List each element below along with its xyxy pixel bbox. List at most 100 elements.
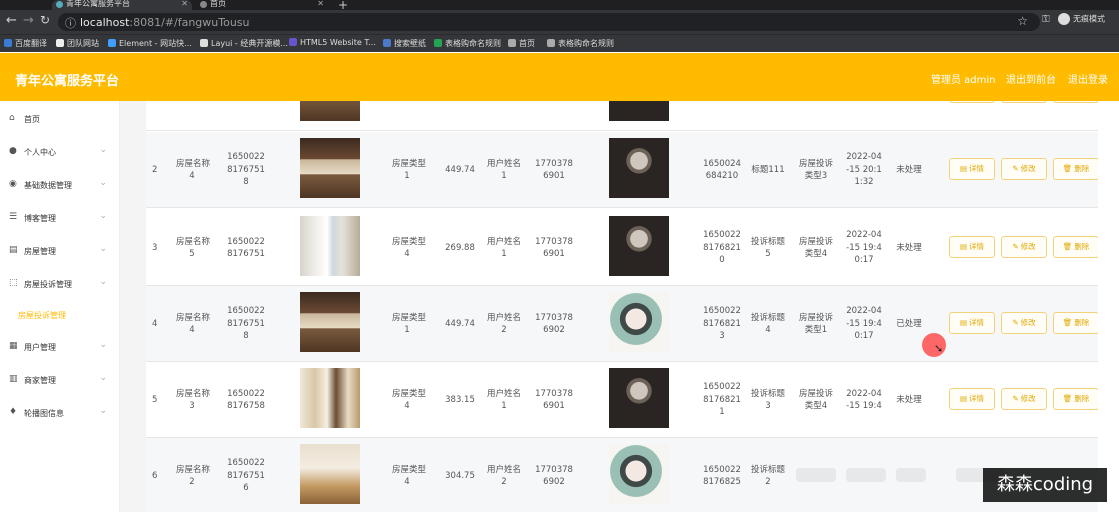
bookmark-item[interactable]: 首页 [508,38,535,49]
close-icon[interactable]: ✕ [181,0,188,8]
cell-house-name: 房屋名称 5 [176,236,211,260]
browser-tab[interactable]: 首页 ✕ [196,0,328,10]
bookmark-favicon-icon [383,39,391,47]
edit-button[interactable]: ✎修改 [1001,101,1047,103]
sidebar-item-label: 首页 [24,115,40,124]
bookmark-item[interactable]: HTML5 Website T... [289,38,376,47]
cell-house-name: 房屋名称 2 [176,464,211,488]
cell-complaint-no: 1650022 8176825 [703,464,741,488]
cell-house-name: 房屋名称 4 [176,312,211,336]
delete-button[interactable]: 🗑删除 [1053,388,1098,410]
sidebar-item[interactable]: ♦ 轮播图信息 ⌄ [0,403,120,423]
sidebar-item[interactable]: ☰ 博客管理 ⌄ [0,208,120,228]
bookmark-item[interactable]: 表格购命名规则 [547,38,614,49]
bookmark-item[interactable]: 团队网站 [56,38,99,49]
user-avatar [609,292,669,352]
address-bar[interactable]: ⓘ localhost:8081/#/fangwuTousu ☆ [58,13,1040,31]
bookmark-star-icon[interactable]: ☆ [1017,14,1028,28]
edit-button[interactable]: ✎修改 [1001,158,1047,180]
cell-house-name: 房屋名称 3 [176,388,211,412]
trash-icon: 🗑 [1062,394,1073,403]
cell-house-no: 1650022 8176751 [227,236,265,260]
cell-index: 5 [152,394,158,405]
document-icon: ▤ [959,318,968,327]
back-icon[interactable]: ← [6,13,17,28]
url-text: localhost:8081/#/fangwuTousu [80,16,250,29]
mouse-cursor-icon: ➘ [934,342,944,355]
sidebar-item[interactable]: ▥ 商家管理 ⌄ [0,370,120,390]
tab-title: 青年公寓服务平台 [66,0,130,8]
detail-button[interactable]: ▤详情 [949,312,995,334]
cell-user-name: 用户姓名 2 [486,312,521,336]
tab-favicon-icon [56,1,63,8]
sidebar-item[interactable]: ⬚ 房屋投诉管理 ⌄ [0,274,120,294]
sidebar-item[interactable]: ⌂ 首页 [0,109,120,129]
table-row: 3 房屋名称 5 1650022 8176751 房屋类型 4 269.88 用户姓名 1… [146,210,1098,286]
detail-button[interactable]: ▤详情 [949,388,995,410]
browser-tab-active[interactable]: 青年公寓服务平台 ✕ [52,0,192,10]
detail-button[interactable]: ▤详情 [949,101,995,103]
tab-favicon-icon [200,1,207,8]
close-icon[interactable]: ✕ [317,0,324,8]
reload-icon[interactable]: ↻ [40,13,50,27]
cell-house-type: 房屋类型 1 [392,312,427,336]
bookmark-favicon-icon [289,38,297,46]
back-to-front-link[interactable]: 退出到前台 [1006,71,1056,86]
frame-icon: ⬚ [9,278,18,288]
delete-button[interactable]: 🗑删除 [1053,312,1098,334]
detail-button[interactable]: ▤详情 [949,158,995,180]
cell-status: 已处理 [896,318,922,329]
sidebar-item[interactable]: ▦ 用户管理 ⌄ [0,337,120,357]
bookmark-item[interactable]: 表格购命名规则 [434,38,501,49]
user-avatar [609,216,669,276]
sidebar-item[interactable]: ▤ 房屋管理 ⌄ [0,241,120,261]
profile-button[interactable]: 无痕模式 [1058,13,1105,25]
delete-button[interactable]: 🗑删除 [1053,101,1098,103]
table-row: 48116901919029类型42:07▤详情✎修改🗑删除 [146,101,1098,131]
sidebar-subitem-complaints[interactable]: 房屋投诉管理 [0,305,120,325]
table-row: 6 房屋名称 2 1650022 8176751 6 房屋类型 4 304.75 用户姓名… [146,438,1098,512]
forward-icon[interactable]: → [23,13,34,28]
cell-status: 未处理 [896,394,922,405]
cell-phone: 1770378 6902 [535,464,573,488]
admin-user-link[interactable]: 管理员 admin [931,71,996,86]
delete-button[interactable]: 🗑删除 [1053,158,1098,180]
bookmark-item[interactable]: 搜索壁纸 [383,38,426,49]
blurred-content [846,468,886,482]
sidebar-item[interactable]: ● 个人中心 ⌄ [0,142,120,162]
site-info-icon[interactable]: ⓘ [65,15,76,31]
detail-button[interactable]: ▤详情 [949,236,995,258]
cell-time: 2022-04 -15 19:4 [846,388,882,412]
cell-house-no: 1650022 8176751 8 [227,152,265,188]
sidebar-item-label: 博客管理 [24,214,56,223]
sidebar-item-label: 轮播图信息 [24,409,64,418]
cell-complaint-no: 1650024 684210 [703,158,741,182]
delete-button[interactable]: 🗑删除 [1053,236,1098,258]
table-row: 4 房屋名称 4 1650022 8176751 8 房屋类型 1 449.74 用户姓名… [146,286,1098,362]
pencil-icon: ✎ [1012,394,1019,403]
table-row: 2 房屋名称 4 1650022 8176751 8 房屋类型 1 449.74 用户姓名… [146,132,1098,208]
key-icon[interactable]: ⚿ [1042,14,1050,25]
content-gutter [120,101,146,512]
document-icon: ▤ [959,164,968,173]
cell-phone: 1770378 6901 [535,236,573,260]
chevron-down-icon: ⌄ [99,145,107,155]
sidebar-item[interactable]: ◉ 基础数据管理 ⌄ [0,175,120,195]
cell-price: 449.74 [445,318,475,329]
sidebar-item-label: 房屋投诉管理 [24,280,72,289]
edit-button[interactable]: ✎修改 [1001,236,1047,258]
bookmark-item[interactable]: Element - 网站快... [108,38,192,49]
bookmark-item[interactable]: Layui - 经典开源模... [200,38,288,49]
bookmark-item[interactable]: 百度翻译 [4,38,47,49]
bookmarks-bar: 百度翻译 团队网站 Element - 网站快... Layui - 经典开源模...… [0,34,1119,52]
cell-complaint-type: 房屋投诉 类型1 [798,312,833,336]
logout-link[interactable]: 退出登录 [1068,71,1108,86]
edit-button[interactable]: ✎修改 [1001,388,1047,410]
sidebar-item-label: 基础数据管理 [24,181,72,190]
house-photo [300,138,360,198]
cell-complaint-type: 房屋投诉 类型4 [798,236,833,260]
cell-complaint-type: 房屋投诉 类型4 [798,388,833,412]
trash-icon: 🗑 [1062,164,1073,173]
cell-complaint-title: 标题111 [751,164,785,175]
edit-button[interactable]: ✎修改 [1001,312,1047,334]
